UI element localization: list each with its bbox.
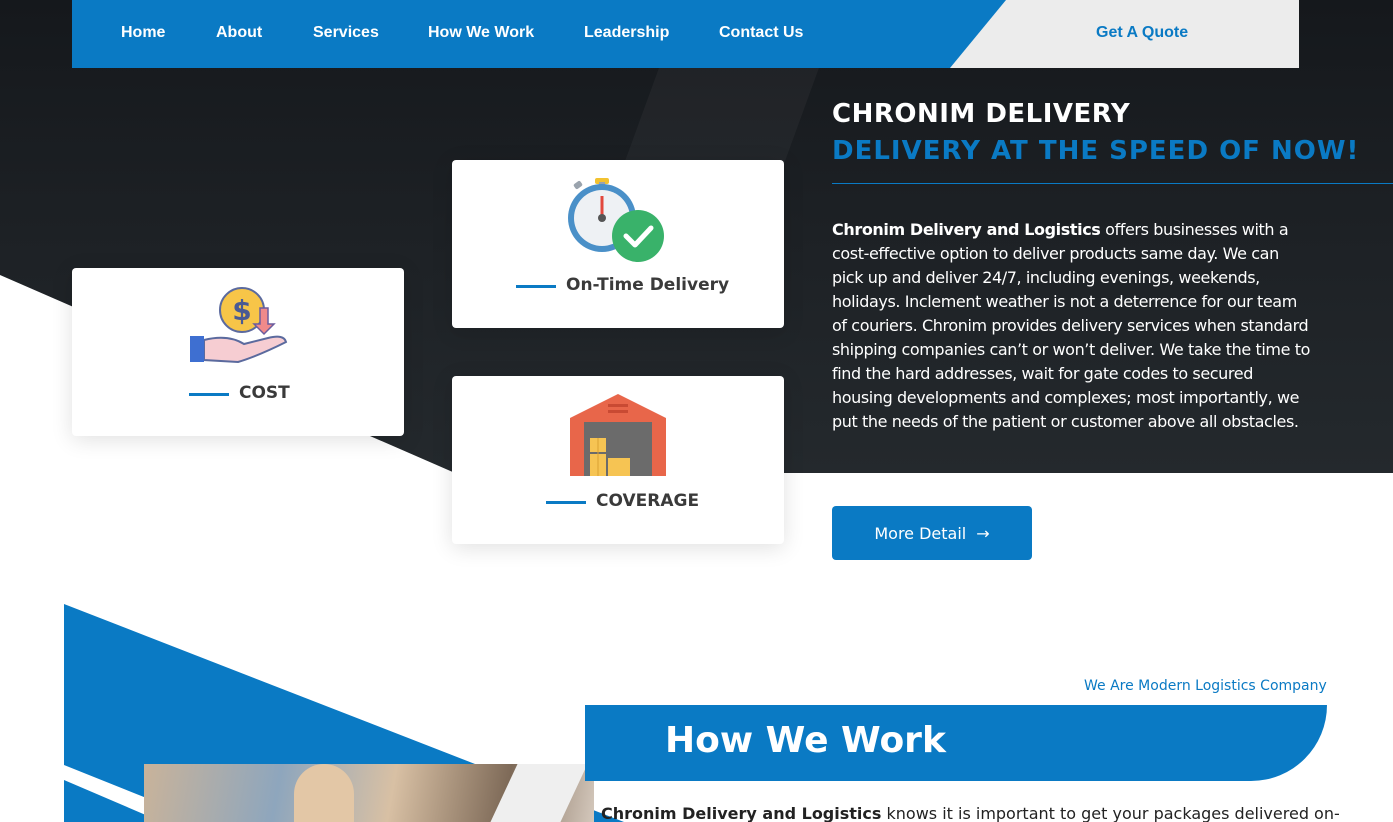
how-text-bold: Chronim Delivery and Logistics [601,804,882,822]
team-hands-photo [144,764,594,822]
feature-label-on-time: On-Time Delivery [566,275,730,295]
hero-intro: Chronim Delivery and Logistics offers bu… [832,218,1312,434]
nav-leadership[interactable]: Leadership [584,24,669,42]
intro-text: offers businesses with a cost-effective … [832,220,1310,431]
accent-line [546,501,586,504]
feature-card-on-time: On-Time Delivery [452,160,784,328]
nav-services[interactable]: Services [313,24,379,42]
section-tagline: We Are Modern Logistics Company [1084,678,1327,694]
nav-home[interactable]: Home [121,24,165,42]
nav-how-we-work[interactable]: How We Work [428,24,534,42]
accent-line [189,393,229,396]
money-hand-icon: $ [190,287,288,364]
more-detail-label: More Detail [874,523,967,543]
hero-title: CHRONIM DELIVERY [832,99,1131,129]
nav-contact-us[interactable]: Contact Us [719,24,803,42]
divider [832,183,1393,184]
how-we-work-title: How We Work [665,720,946,761]
feature-card-cost: $ COST [72,268,404,436]
how-we-work-text: Chronim Delivery and Logistics knows it … [601,804,1341,822]
feature-label-coverage: COVERAGE [596,491,700,511]
hero-subtitle: DELIVERY AT THE SPEED OF NOW! [832,136,1360,166]
warehouse-icon [570,394,666,476]
accent-line [516,285,556,288]
nav-about[interactable]: About [216,24,262,42]
intro-bold: Chronim Delivery and Logistics [832,220,1101,239]
main-navigation: Home About Services How We Work Leadersh… [72,0,1299,68]
svg-text:$: $ [232,294,251,327]
arrow-right-icon: → [976,523,990,543]
more-detail-button[interactable]: More Detail → [832,506,1032,560]
feature-card-coverage: COVERAGE [452,376,784,544]
get-a-quote-button[interactable]: Get A Quote [1096,24,1188,42]
feature-label-cost: COST [239,383,290,403]
how-text-rest: knows it is important to get your packag… [881,804,1340,822]
stopwatch-check-icon [568,178,664,262]
